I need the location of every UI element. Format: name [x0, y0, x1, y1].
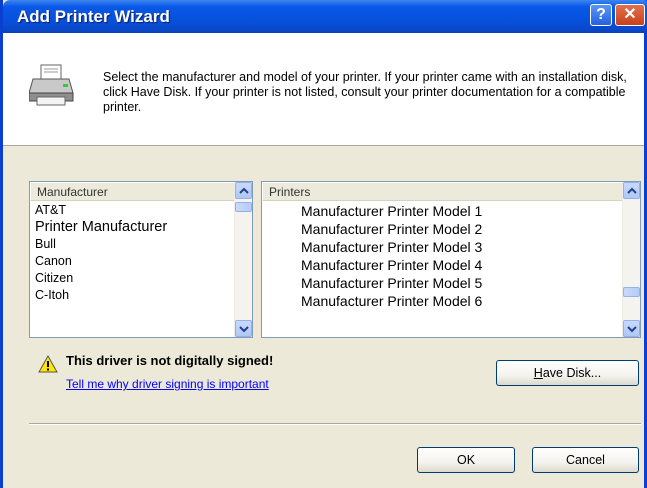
- close-button[interactable]: ✕: [615, 4, 645, 26]
- printer-icon: [29, 64, 74, 106]
- intro-text: Select the manufacturer and model of you…: [103, 70, 627, 114]
- close-icon: ✕: [623, 6, 637, 23]
- scroll-thumb[interactable]: [235, 202, 252, 212]
- unsigned-driver-warning: This driver is not digitally signed!: [66, 353, 274, 368]
- manufacturer-scrollbar[interactable]: [234, 182, 252, 337]
- help-button[interactable]: ?: [590, 4, 612, 26]
- have-disk-button[interactable]: Have Disk...: [496, 360, 639, 386]
- list-item[interactable]: Manufacturer Printer Model 4: [263, 256, 622, 274]
- have-disk-mnemonic: H: [533, 366, 543, 380]
- chevron-down-icon: [239, 326, 249, 333]
- list-item[interactable]: Manufacturer Printer Model 3: [263, 238, 622, 256]
- have-disk-label: ave Disk...: [542, 366, 602, 380]
- scroll-up-button[interactable]: [235, 182, 252, 199]
- list-item[interactable]: Manufacturer Printer Model 1: [263, 202, 622, 220]
- scroll-down-button[interactable]: [623, 320, 640, 337]
- list-item[interactable]: Manufacturer Printer Model 2: [263, 220, 622, 238]
- manufacturer-list[interactable]: Manufacturer AT&T Printer Manufacturer B…: [29, 181, 253, 338]
- chevron-down-icon: [627, 326, 637, 333]
- printers-scrollbar[interactable]: [622, 182, 640, 337]
- driver-signing-link[interactable]: Tell me why driver signing is important: [66, 377, 269, 391]
- list-item[interactable]: Printer Manufacturer: [31, 219, 234, 236]
- list-item[interactable]: Citizen: [31, 270, 234, 287]
- header-panel: Select the manufacturer and model of you…: [3, 33, 644, 146]
- printers-column-header[interactable]: Printers: [263, 183, 622, 201]
- printer-items: Manufacturer Printer Model 1 Manufacture…: [263, 202, 622, 310]
- ok-button[interactable]: OK: [417, 447, 515, 473]
- list-item[interactable]: Manufacturer Printer Model 5: [263, 274, 622, 292]
- window-title: Add Printer Wizard: [17, 7, 170, 26]
- help-icon: ?: [596, 6, 606, 23]
- manufacturer-column-header[interactable]: Manufacturer: [31, 183, 234, 201]
- separator: [29, 423, 641, 425]
- list-item[interactable]: Canon: [31, 253, 234, 270]
- chevron-up-icon: [627, 187, 637, 194]
- title-bar[interactable]: Add Printer Wizard ? ✕: [3, 0, 647, 33]
- manufacturer-items: AT&T Printer Manufacturer Bull Canon Cit…: [31, 202, 234, 304]
- list-item[interactable]: C-Itoh: [31, 287, 234, 304]
- list-item[interactable]: Manufacturer Printer Model 6: [263, 292, 622, 310]
- list-item[interactable]: Bull: [31, 236, 234, 253]
- scroll-thumb[interactable]: [623, 287, 640, 297]
- printers-list[interactable]: Printers Manufacturer Printer Model 1 Ma…: [261, 181, 641, 338]
- warning-icon: [38, 355, 58, 373]
- cancel-button[interactable]: Cancel: [532, 447, 639, 473]
- scroll-up-button[interactable]: [623, 182, 640, 199]
- scroll-down-button[interactable]: [235, 320, 252, 337]
- list-item[interactable]: AT&T: [31, 202, 234, 219]
- chevron-up-icon: [239, 187, 249, 194]
